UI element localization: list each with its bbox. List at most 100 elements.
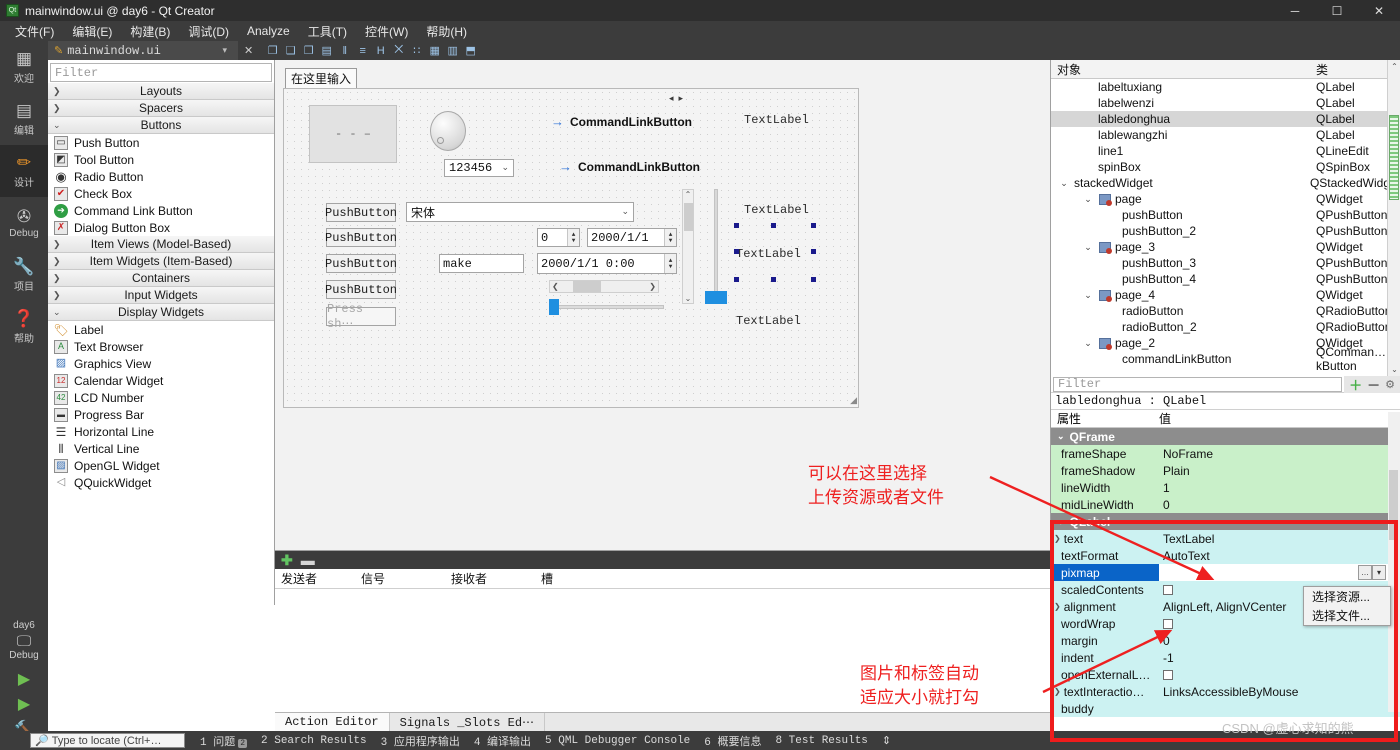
push-button-1[interactable]: PushButton bbox=[325, 203, 397, 222]
spinbox-combo[interactable]: 123456 ⌄ bbox=[444, 159, 514, 177]
command-link-button-2[interactable]: → CommandLinkButton bbox=[559, 159, 700, 174]
browse-button[interactable]: … bbox=[1358, 565, 1372, 580]
maximize-button[interactable]: ☐ bbox=[1316, 0, 1358, 21]
widget-item-qquickwidget[interactable]: ◁ QQuickWidget bbox=[48, 474, 274, 491]
property-value-cell[interactable]: AutoText bbox=[1159, 547, 1400, 564]
menu-file[interactable]: 文件(F) bbox=[6, 21, 63, 42]
object-inspector-row[interactable]: ⌄ page_3 QWidget bbox=[1051, 239, 1400, 255]
property-row-buddy[interactable]: buddy bbox=[1051, 700, 1400, 717]
output-pane-编译输出[interactable]: 4 编译输出 bbox=[467, 733, 538, 749]
property-value-cell[interactable]: 1 bbox=[1159, 479, 1400, 496]
category-spacers[interactable]: ❯ Spacers bbox=[48, 100, 274, 117]
menu-analyze[interactable]: Analyze bbox=[238, 22, 299, 40]
property-filter-input[interactable]: Filter bbox=[1053, 376, 1343, 392]
scroll-thumb[interactable] bbox=[1389, 115, 1399, 200]
output-pane-buttons[interactable]: 1 问题 2 2 Search Results 3 应用程序输出 4 编译输出 5 QML… bbox=[193, 733, 875, 749]
property-rows-container[interactable]: ⌄ QFrame frameShape NoFrame frameShadow Plain… bbox=[1051, 428, 1400, 717]
vertical-slider[interactable] bbox=[704, 189, 728, 304]
slider-handle[interactable] bbox=[549, 299, 559, 315]
layout-form-icon[interactable]: ∷ bbox=[409, 43, 424, 58]
up-down-icon[interactable]: ⇕ bbox=[875, 734, 898, 748]
property-value-cell[interactable]: TextLabel bbox=[1159, 530, 1400, 547]
resize-grip-icon[interactable]: ◢ bbox=[850, 395, 857, 406]
category-item-widgets[interactable]: ❯ Item Widgets (Item-Based) bbox=[48, 253, 274, 270]
chevron-down-icon[interactable]: ▾ bbox=[217, 46, 232, 56]
object-inspector-row[interactable]: pushButton QPushButton bbox=[1051, 207, 1400, 223]
checkbox-unchecked-icon[interactable] bbox=[1163, 618, 1173, 629]
push-button-3[interactable]: PushButton bbox=[325, 254, 397, 273]
object-inspector-row[interactable]: pushButton_2 QPushButton bbox=[1051, 223, 1400, 239]
property-row-indent[interactable]: indent -1 bbox=[1051, 649, 1400, 666]
chevron-down-icon[interactable]: ⌄ bbox=[1081, 194, 1095, 205]
horizontal-slider[interactable] bbox=[549, 299, 664, 315]
widget-item-vertical-line[interactable]: ⦀ Vertical Line bbox=[48, 440, 274, 457]
category-layouts[interactable]: ❯ Layouts bbox=[48, 83, 274, 100]
output-pane-QML Debugger Console[interactable]: 5 QML Debugger Console bbox=[538, 735, 697, 747]
spinner-arrows-icon[interactable]: ▲ ▼ bbox=[567, 229, 579, 246]
menu-debug[interactable]: 调试(D) bbox=[179, 21, 238, 42]
scroll-down-icon[interactable]: ⌄ bbox=[1388, 365, 1400, 374]
mode-debug[interactable]: ✇ Debug bbox=[0, 197, 48, 249]
category-containers[interactable]: ❯ Containers bbox=[48, 270, 274, 287]
object-inspector-row[interactable]: labelwenzi QLabel bbox=[1051, 95, 1400, 111]
output-pane-Test Results[interactable]: 8 Test Results bbox=[768, 735, 874, 747]
chevron-right-icon[interactable]: ❯ bbox=[1054, 602, 1061, 611]
widget-box-filter-input[interactable]: Filter bbox=[50, 63, 272, 82]
property-value-cell[interactable]: Plain bbox=[1159, 462, 1400, 479]
checkbox-unchecked-icon[interactable] bbox=[1163, 584, 1173, 595]
category-item-views[interactable]: ❯ Item Views (Model-Based) bbox=[48, 236, 274, 253]
object-inspector-row[interactable]: ⌄ page QWidget bbox=[1051, 191, 1400, 207]
widget-item-progress-bar[interactable]: ▬ Progress Bar bbox=[48, 406, 274, 423]
edit-tab-order-icon[interactable]: ▤ bbox=[319, 43, 334, 58]
chevron-down-icon[interactable]: ⌄ bbox=[1057, 516, 1065, 527]
object-inspector-row[interactable]: line1 QLineEdit bbox=[1051, 143, 1400, 159]
object-inspector-tree[interactable]: labeltuxiang QLabel labelwenzi QLabel labled… bbox=[1051, 79, 1400, 373]
category-display-widgets[interactable]: ⌄ Display Widgets bbox=[48, 304, 274, 321]
property-row-pixmap[interactable]: pixmap …▾↺ bbox=[1051, 564, 1400, 581]
checkbox-unchecked-icon[interactable] bbox=[1163, 669, 1173, 680]
edit-widgets-icon[interactable]: ❐ bbox=[265, 43, 280, 58]
property-row-margin[interactable]: margin 0 bbox=[1051, 632, 1400, 649]
plus-icon[interactable]: ✚ bbox=[281, 552, 293, 569]
output-pane-应用程序输出[interactable]: 3 应用程序输出 bbox=[374, 733, 467, 749]
object-inspector-row[interactable]: ⌄ page_4 QWidget bbox=[1051, 287, 1400, 303]
output-pane-Search Results[interactable]: 2 Search Results bbox=[254, 735, 374, 747]
configure-icon[interactable]: ⚙ bbox=[1385, 378, 1395, 391]
adjust-size-icon[interactable]: ⬒ bbox=[463, 43, 478, 58]
widget-item-horizontal-line[interactable]: ☰ Horizontal Line bbox=[48, 423, 274, 440]
chevron-down-icon[interactable]: ⌄ bbox=[1057, 431, 1065, 442]
property-value-cell[interactable] bbox=[1159, 700, 1400, 717]
chevron-right-icon[interactable]: ❯ bbox=[1054, 687, 1061, 696]
edit-buddies-icon[interactable]: ❒ bbox=[301, 43, 316, 58]
image-label-placeholder[interactable]: - - – bbox=[309, 105, 397, 163]
property-value-cell[interactable] bbox=[1159, 666, 1400, 683]
menu-build[interactable]: 构建(B) bbox=[121, 21, 179, 42]
locator-input[interactable]: 🔎 Type to locate (Ctrl+… bbox=[30, 733, 185, 748]
mode-edit[interactable]: ▤ 编辑 bbox=[0, 93, 48, 145]
tab-signals-slots-editor[interactable]: Signals _Slots Ed⋯ bbox=[390, 712, 546, 732]
menu-help[interactable]: 帮助(H) bbox=[417, 21, 476, 42]
chevron-right-icon[interactable]: ❯ bbox=[1054, 534, 1061, 543]
property-value-cell[interactable]: 0 bbox=[1159, 632, 1400, 649]
key-sequence-edit[interactable]: Press sh⋯ bbox=[326, 302, 396, 331]
mode-design[interactable]: ✏ 设计 bbox=[0, 145, 48, 197]
widget-item-text-browser[interactable]: A Text Browser bbox=[48, 338, 274, 355]
property-value-cell[interactable]: LinksAccessibleByMouse bbox=[1159, 683, 1400, 700]
widget-item-dialog-button-box[interactable]: ✗ Dialog Button Box bbox=[48, 219, 274, 236]
chevron-down-icon[interactable]: ⌄ bbox=[1081, 290, 1095, 301]
object-inspector-row[interactable]: labeltuxiang QLabel bbox=[1051, 79, 1400, 95]
widget-item-calendar-widget[interactable]: 12 Calendar Widget bbox=[48, 372, 274, 389]
command-link-button-1[interactable]: → CommandLinkButton bbox=[551, 114, 692, 129]
menu-edit[interactable]: 编辑(E) bbox=[63, 21, 121, 42]
property-row-textformat[interactable]: textFormat AutoText bbox=[1051, 547, 1400, 564]
pixmap-chooser-buttons[interactable]: … ▾ bbox=[1358, 565, 1386, 580]
widget-item-lcd-number[interactable]: 42 LCD Number bbox=[48, 389, 274, 406]
run-button[interactable]: ▶ bbox=[0, 669, 48, 689]
remove-property-icon[interactable]: － bbox=[1367, 375, 1380, 394]
menu-item-select-resource[interactable]: 选择资源... bbox=[1304, 587, 1390, 606]
break-layout-icon[interactable]: ▥ bbox=[445, 43, 460, 58]
add-property-icon[interactable]: ＋ bbox=[1349, 375, 1362, 394]
mode-projects[interactable]: 🔧 项目 bbox=[0, 249, 48, 301]
output-pane-概要信息[interactable]: 6 概要信息 bbox=[697, 733, 768, 749]
mode-help[interactable]: ❓ 帮助 bbox=[0, 301, 48, 353]
